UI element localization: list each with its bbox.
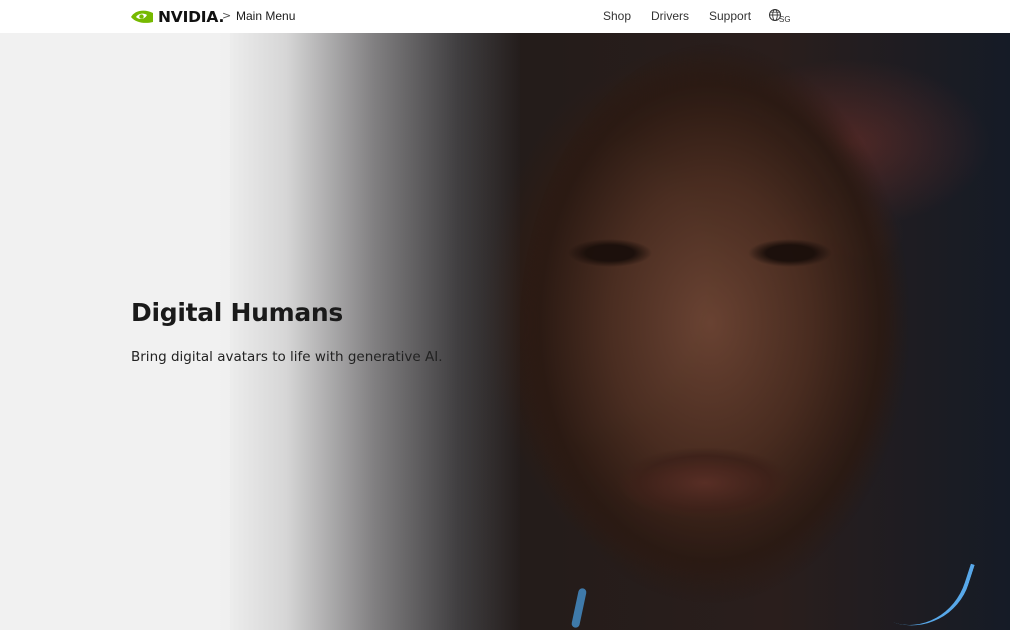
logo-wordmark: NVIDIA. (158, 8, 225, 26)
region-label[interactable]: SG (779, 15, 791, 24)
nav-link-support[interactable]: Support (709, 9, 751, 23)
hero-title: Digital Humans (131, 298, 343, 327)
nav-link-shop[interactable]: Shop (603, 9, 631, 23)
nvidia-eye-icon (131, 10, 153, 23)
nav-link-drivers[interactable]: Drivers (651, 9, 689, 23)
breadcrumb-separator: > (222, 9, 232, 22)
top-navigation-bar: NVIDIA. > Main Menu Shop Drivers Support… (0, 0, 1010, 33)
nvidia-logo[interactable]: NVIDIA. (130, 7, 224, 27)
hero-subtitle: Bring digital avatars to life with gener… (131, 349, 443, 365)
hero-banner: Digital Humans Bring digital avatars to … (0, 33, 1010, 630)
main-menu-link[interactable]: Main Menu (236, 9, 295, 23)
hero-gradient-fade (0, 33, 520, 630)
hero-face-illustration (520, 43, 940, 630)
